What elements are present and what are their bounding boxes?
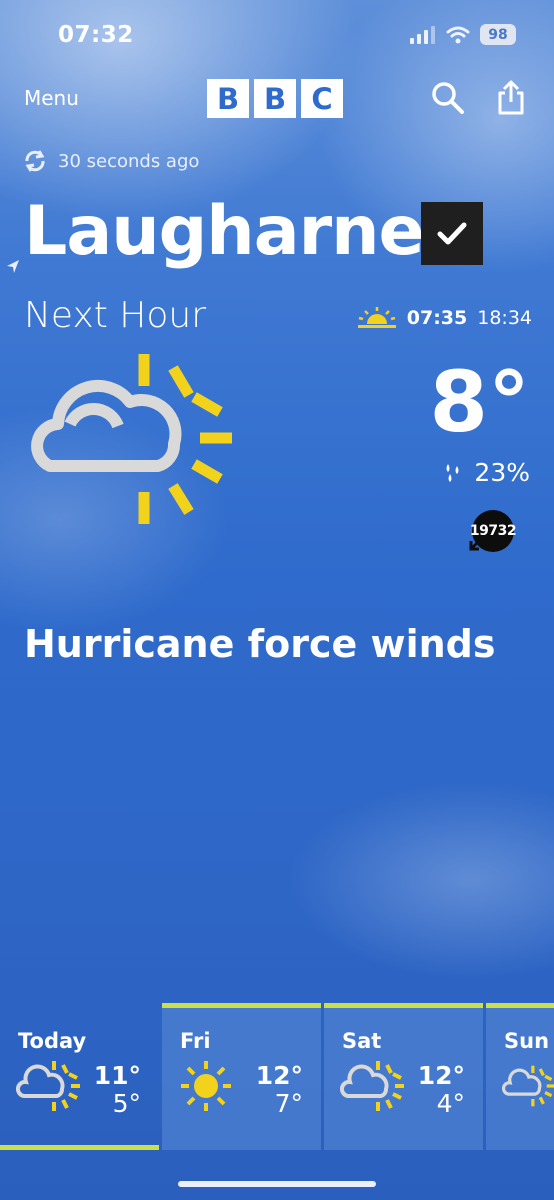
forecast-day-name: Today (18, 1029, 87, 1053)
wifi-icon (446, 26, 470, 43)
sun-times: 07:35 18:34 (357, 306, 532, 330)
forecast-min-temp: 5° (112, 1089, 141, 1118)
forecast-max-temp: 11° (93, 1061, 141, 1090)
precipitation-chance: 23% (442, 458, 530, 487)
forecast-min-temp: 4° (436, 1089, 465, 1118)
sunrise-icon (357, 307, 396, 328)
battery-indicator: 98 (480, 24, 516, 45)
sunny-intervals-icon (16, 1061, 80, 1111)
forecast-max-temp: 12° (255, 1061, 303, 1090)
logo-letter: B (254, 79, 296, 118)
logo-letter: C (301, 79, 343, 118)
raindrops-icon (446, 463, 459, 482)
wind-direction-icon (469, 536, 484, 551)
sunset-time: 18:34 (477, 307, 532, 329)
forecast-min-temp: 7° (274, 1089, 303, 1118)
sunny-intervals-icon (340, 1061, 404, 1111)
home-indicator[interactable] (178, 1181, 376, 1187)
forecast-day-sun[interactable]: Sun (486, 1003, 554, 1150)
save-location-checkbox[interactable] (421, 202, 483, 265)
forecast-day-name: Fri (180, 1029, 211, 1053)
checkmark-icon (437, 222, 467, 244)
sunrise-time: 07:35 (406, 307, 468, 329)
logo-letter: B (207, 79, 249, 118)
last-updated: 30 seconds ago (22, 148, 199, 174)
current-temperature: 8° (429, 353, 530, 451)
sunny-intervals-icon (502, 1065, 554, 1107)
selected-day-indicator (0, 1145, 159, 1150)
sunny-intervals-icon (31, 354, 232, 524)
forecast-day-name: Sun (504, 1029, 550, 1053)
day-accent-bar (324, 1003, 483, 1008)
forecast-day-fri[interactable]: Fri 12° 7° (162, 1003, 321, 1150)
location-arrow-icon (7, 260, 19, 273)
forecast-max-temp: 12° (417, 1061, 465, 1090)
location-name: Laugharne (24, 192, 425, 271)
status-time: 07:32 (58, 22, 134, 48)
day-accent-bar (486, 1003, 554, 1008)
forecast-day-today[interactable]: Today 11° 5° (0, 1003, 159, 1150)
search-icon[interactable] (430, 80, 466, 116)
day-accent-bar (162, 1003, 321, 1008)
last-updated-text: 30 seconds ago (58, 150, 200, 172)
forecast-day-name: Sat (342, 1029, 382, 1053)
sunny-icon (181, 1061, 231, 1111)
menu-button[interactable]: Menu (24, 86, 79, 110)
refresh-icon[interactable] (22, 148, 48, 174)
status-icons: 98 (410, 24, 516, 45)
precipitation-value: 23% (474, 458, 530, 487)
forecast-day-sat[interactable]: Sat 12° 4° (324, 1003, 483, 1150)
next-hour-label: Next Hour (24, 295, 207, 336)
weather-summary: Hurricane force winds (24, 622, 496, 666)
bbc-logo: B B C (207, 79, 343, 118)
signal-icon (410, 25, 435, 44)
share-icon[interactable] (495, 80, 527, 116)
forecast-strip[interactable]: Today 11° 5° Fri 12° 7° Sat 12° 4° Sun (0, 1003, 554, 1153)
